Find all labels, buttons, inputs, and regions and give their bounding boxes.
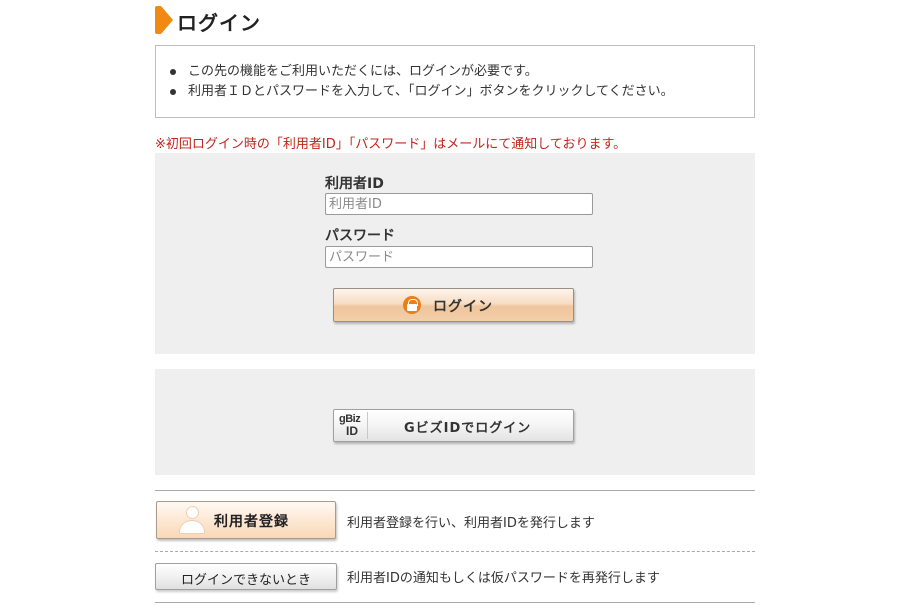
cannot-login-button-label: ログインできないとき: [180, 573, 311, 588]
page-title: ログイン: [177, 11, 261, 35]
notice-item: この先の機能をご利用いただくには、ログインが必要です。: [170, 62, 674, 82]
login-button[interactable]: ログイン: [333, 288, 574, 322]
cannot-login-button[interactable]: ログインできないとき: [155, 563, 337, 590]
register-button-label: 利用者登録: [214, 514, 289, 530]
notice-box: この先の機能をご利用いただくには、ログインが必要です。 利用者ＩＤとパスワードを…: [155, 45, 755, 118]
first-login-warning: ※初回ログイン時の「利用者ID」「パスワード」はメールにて通知しております。: [155, 137, 627, 152]
user-id-label: 利用者ID: [325, 176, 384, 192]
password-label: パスワード: [325, 228, 395, 244]
gbiz-logo-bottom-text: ID: [346, 424, 358, 438]
password-input[interactable]: [325, 246, 593, 268]
divider: [155, 490, 755, 491]
gbiz-login-panel: gBiz ID GビズIDでログイン: [155, 369, 755, 475]
register-description: 利用者登録を行い、利用者IDを発行します: [347, 516, 595, 531]
notice-item: 利用者ＩＤとパスワードを入力して、「ログイン」ボタンをクリックしてください。: [170, 82, 674, 102]
gbiz-login-button-label: GビズIDでログイン: [404, 421, 532, 436]
lock-icon: [403, 296, 421, 314]
cannot-login-description: 利用者IDの通知もしくは仮パスワードを再発行します: [347, 571, 660, 586]
page-header: ログイン: [155, 5, 755, 35]
gbiz-login-button[interactable]: gBiz ID GビズIDでログイン: [333, 409, 574, 442]
register-button[interactable]: 利用者登録: [156, 501, 336, 539]
user-id-input[interactable]: [325, 193, 593, 215]
login-form-panel: 利用者ID パスワード ログイン: [155, 153, 755, 354]
title-marker-arrow-icon: [161, 6, 173, 34]
login-page: ログイン この先の機能をご利用いただくには、ログインが必要です。 利用者ＩＤとパ…: [155, 0, 755, 606]
user-icon: [178, 505, 206, 537]
gbiz-logo-icon: gBiz ID: [336, 412, 368, 439]
login-button-label: ログイン: [433, 299, 493, 315]
divider: [155, 551, 755, 552]
notice-list: この先の機能をご利用いただくには、ログインが必要です。 利用者ＩＤとパスワードを…: [170, 62, 674, 102]
divider: [155, 602, 755, 603]
